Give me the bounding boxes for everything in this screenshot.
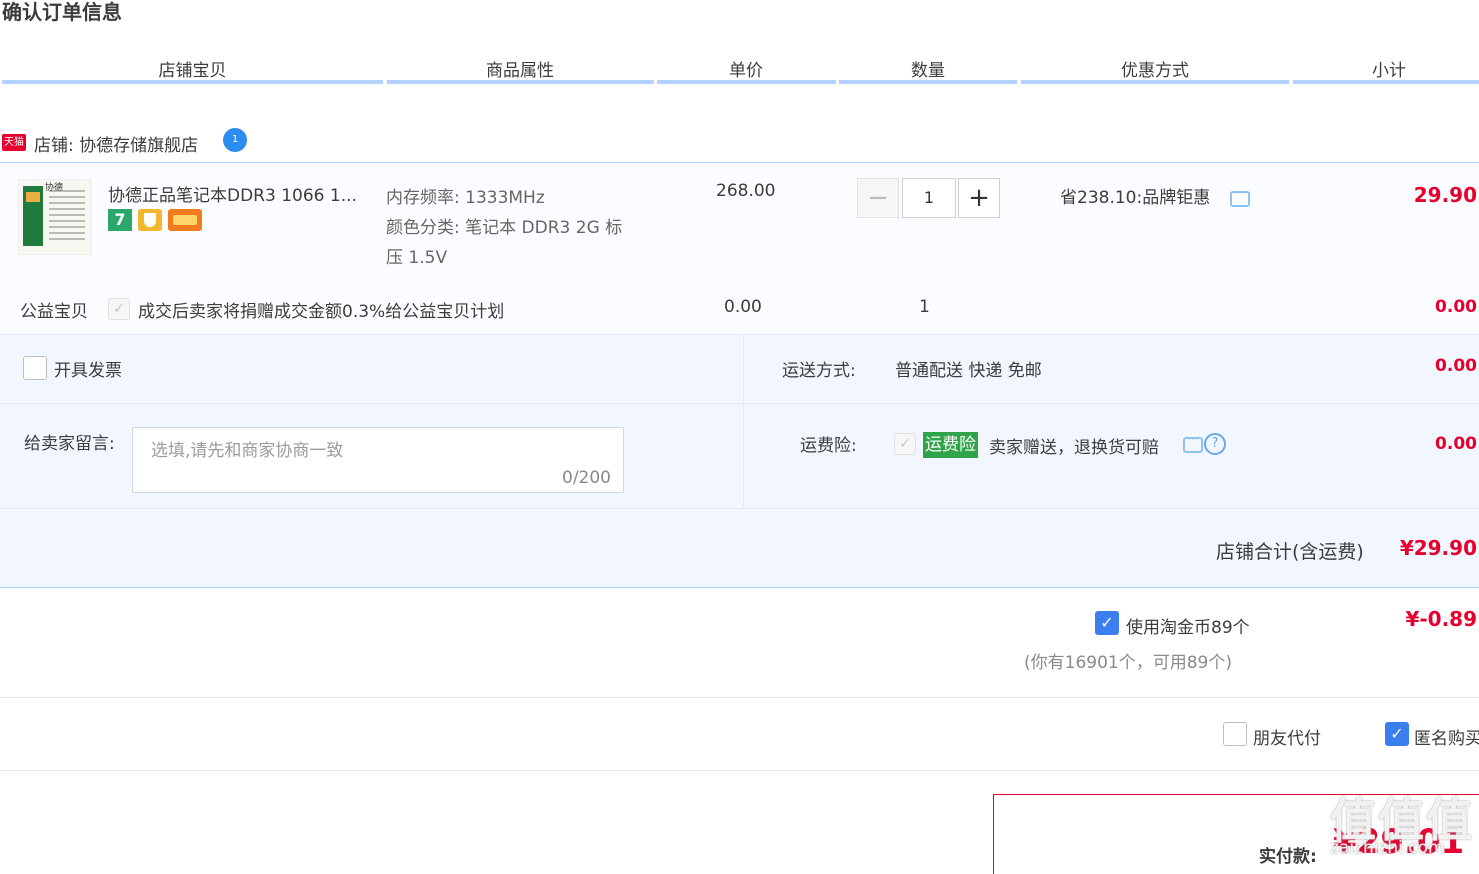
invoice-shipping-row xyxy=(0,335,1479,404)
message-textarea[interactable]: 选填,请先和商家协商一致 0/200 xyxy=(132,427,624,493)
guarantee-icon xyxy=(138,209,162,231)
taojinbi-label: 使用淘金币89个 xyxy=(1126,618,1250,638)
col-header-attributes: 商品属性 xyxy=(486,61,554,81)
message-label: 给卖家留言: xyxy=(24,434,115,454)
taojinbi-available: (你有16901个，可用89个) xyxy=(1024,653,1232,673)
divider xyxy=(0,697,1479,698)
col-header-divider xyxy=(2,80,383,84)
friend-pay-checkbox[interactable] xyxy=(1223,722,1247,746)
help-icon[interactable]: ? xyxy=(1204,433,1226,455)
message-placeholder: 选填,请先和商家协商一致 xyxy=(151,441,344,461)
attr-color: 颜色分类: 笔记本 DDR3 2G 标 xyxy=(386,218,623,238)
wangwang-chat-icon[interactable]: 1 xyxy=(223,128,247,152)
friend-pay-label: 朋友代付 xyxy=(1253,729,1321,749)
shop-total-amount: ¥29.90 xyxy=(1399,536,1477,560)
product-thumbnail[interactable]: 协德 xyxy=(18,179,92,255)
shipping-amount: 0.00 xyxy=(1435,356,1477,376)
payment-label: 实付款: xyxy=(1259,847,1317,867)
charity-qty: 1 xyxy=(919,297,930,317)
col-header-discount: 优惠方式 xyxy=(1121,61,1189,81)
shipping-method[interactable]: 普通配送 快递 免邮 xyxy=(895,356,1042,381)
invoice-label: 开具发票 xyxy=(54,361,122,381)
seven-day-return-icon: 7 xyxy=(108,209,132,231)
tmall-icon: 天猫 xyxy=(2,134,26,151)
order-item: 协德 协德正品笔记本DDR3 1066 1... 7 内存频率: 1333MHz… xyxy=(0,163,1479,335)
col-header-subtotal: 小计 xyxy=(1372,61,1406,81)
qty-increase-button[interactable]: + xyxy=(958,178,1000,218)
anonymous-checkbox[interactable]: ✓ xyxy=(1385,722,1409,746)
insurance-desc: 卖家赠送，退换货可赔 xyxy=(989,438,1159,458)
insurance-amount: 0.00 xyxy=(1435,434,1477,454)
shop-total-label: 店铺合计(含运费) xyxy=(1216,541,1364,563)
taojinbi-amount: ¥-0.89 xyxy=(1405,607,1477,631)
insurance-checkbox: ✓ xyxy=(894,433,916,455)
col-header-unit-price: 单价 xyxy=(729,61,763,81)
charity-label: 公益宝贝 xyxy=(20,302,88,322)
page-title: 确认订单信息 xyxy=(2,0,122,24)
package-text-lines xyxy=(49,190,85,242)
credit-card-icon xyxy=(168,209,202,231)
message-char-counter: 0/200 xyxy=(562,468,611,488)
shop-row: 天猫 店铺: 协德存储旗舰店 1 xyxy=(0,128,1479,163)
attr-frequency: 内存频率: 1333MHz xyxy=(386,188,545,208)
col-header-divider xyxy=(1293,80,1479,84)
divider xyxy=(0,770,1479,771)
col-header-shop-item: 店铺宝贝 xyxy=(158,61,227,81)
thumb-brand: 协德 xyxy=(45,183,64,193)
charity-subtotal: 0.00 xyxy=(1435,297,1477,317)
taojinbi-checkbox[interactable]: ✓ xyxy=(1095,611,1119,635)
insurance-label: 运费险: xyxy=(800,436,857,456)
col-header-divider xyxy=(839,80,1017,84)
anonymous-label: 匿名购买 xyxy=(1414,729,1479,749)
attr-color-cont: 压 1.5V xyxy=(386,248,448,268)
discount-text: 省238.10:品牌钜惠 xyxy=(1060,188,1211,208)
discount-info-icon[interactable] xyxy=(1230,186,1250,207)
col-header-quantity: 数量 xyxy=(911,61,945,81)
invoice-checkbox[interactable] xyxy=(23,356,47,380)
shop-name-link[interactable]: 店铺: 协德存储旗舰店 xyxy=(34,131,198,156)
charity-desc: 成交后卖家将捐赠成交金额0.3%给公益宝贝计划 xyxy=(138,302,505,322)
shipping-label: 运送方式: xyxy=(782,361,856,381)
charity-price: 0.00 xyxy=(724,297,762,317)
col-header-divider xyxy=(657,80,836,84)
product-name-link[interactable]: 协德正品笔记本DDR3 1066 1... xyxy=(108,181,357,206)
unit-price: 268.00 xyxy=(716,181,776,201)
qty-decrease-button[interactable]: − xyxy=(857,178,899,218)
insurance-chat-icon[interactable] xyxy=(1183,432,1203,453)
charity-checkbox: ✓ xyxy=(108,298,130,320)
qty-input[interactable]: 1 xyxy=(902,178,956,218)
item-subtotal: 29.90 xyxy=(1413,183,1477,207)
col-header-divider xyxy=(1021,80,1289,84)
col-header-divider xyxy=(387,80,654,84)
band-divider xyxy=(743,335,744,508)
watermark-url: zaizhizhi.com xyxy=(1330,838,1445,858)
freight-insurance-tag: 运费险 xyxy=(923,432,978,458)
memory-module-image xyxy=(23,186,43,246)
